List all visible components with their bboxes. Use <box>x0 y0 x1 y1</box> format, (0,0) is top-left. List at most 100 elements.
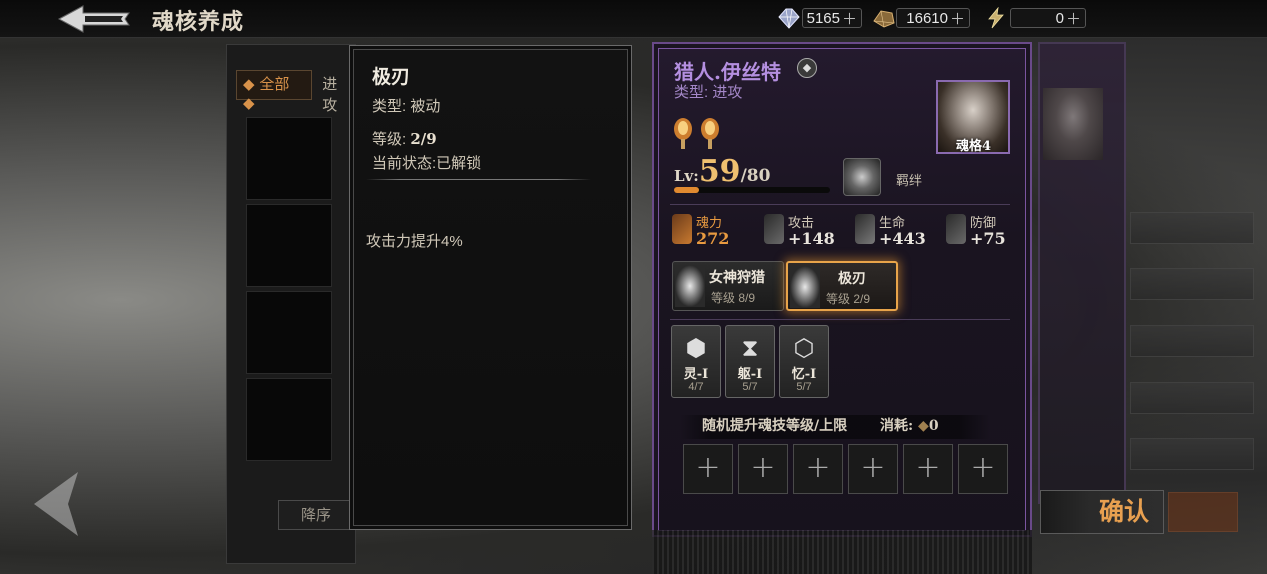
tooltip-status-label: 当前状态: <box>372 155 437 172</box>
random-upgrade-bar: 随机提升魂技等级/上限 消耗: ◆0 <box>680 415 990 439</box>
level-display: Lv:59/80 <box>674 154 770 189</box>
skill-name: 极刃 <box>838 271 866 287</box>
empty-material-slot[interactable]: + <box>793 444 843 494</box>
confirm-button[interactable]: 确认 <box>1040 490 1164 534</box>
empty-material-slot[interactable]: + <box>958 444 1008 494</box>
stat-attack: 攻击 +148 <box>764 212 844 248</box>
stat-value: +75 <box>970 229 1006 248</box>
background-button <box>1130 325 1254 357</box>
core-slot[interactable] <box>246 378 332 461</box>
empty-material-slot[interactable]: + <box>848 444 898 494</box>
health-icon <box>855 214 875 244</box>
skill-level: 等级 2/9 <box>826 292 871 306</box>
core-slot-column <box>246 117 332 465</box>
stat-soul-power: 魂力 272 <box>672 212 752 248</box>
flame-icon <box>701 118 719 149</box>
background-portrait <box>1043 88 1103 160</box>
gold-bar-icon <box>873 10 895 28</box>
tooltip-skill-name: 极刃 <box>372 66 411 88</box>
rune-name: 忆-Ⅰ <box>791 367 817 382</box>
tooltip-type-value: 被动 <box>410 98 441 115</box>
body-rune-icon: ⧗ <box>741 334 759 362</box>
rune-progress: 5/7 <box>742 381 758 393</box>
card-fringe-decoration <box>652 530 1032 574</box>
core-slot[interactable] <box>246 117 332 200</box>
energy-add-icon[interactable]: ＋ <box>1066 8 1081 29</box>
crystal-add-icon[interactable]: ＋ <box>842 8 857 29</box>
defense-icon <box>946 214 966 244</box>
background-button <box>1130 268 1254 300</box>
rune-progress: 5/7 <box>796 381 812 393</box>
level-prefix: Lv: <box>674 167 699 185</box>
stat-defense: 防御 +75 <box>946 212 1026 248</box>
energy-currency[interactable]: 0 ＋ <box>986 7 1086 29</box>
rune-body[interactable]: ⧗ 躯-Ⅰ 5/7 <box>725 325 775 398</box>
memory-rune-icon: ⬡ <box>793 334 815 362</box>
empty-material-slot[interactable]: + <box>683 444 733 494</box>
skill-extreme-blade[interactable]: 极刃 等级 2/9 <box>786 261 898 311</box>
cost-value: 0 <box>928 418 939 434</box>
empty-material-slot[interactable]: + <box>903 444 953 494</box>
stat-value: +443 <box>879 229 926 248</box>
stat-value: +148 <box>788 229 835 248</box>
random-upgrade-label: 随机提升魂技等级/上限 <box>702 418 848 434</box>
back-arrow-icon[interactable] <box>55 2 135 36</box>
character-type: 类型: 进攻 <box>674 84 743 101</box>
rune-spirit[interactable]: ⬢ 灵-Ⅰ 4/7 <box>671 325 721 398</box>
tooltip-level-value: 2/9 <box>410 130 437 148</box>
skill-goddess-hunt[interactable]: 女神狩猎 等级 8/9 <box>672 261 784 311</box>
level-value: 59 <box>698 154 741 189</box>
crystal-icon <box>778 8 800 29</box>
tab-all-label: 全部 <box>259 75 290 93</box>
background-orange-button <box>1168 492 1238 532</box>
tooltip-type-label: 类型: <box>372 98 407 115</box>
sort-button[interactable]: 降序 <box>278 500 354 530</box>
element-badge-icon[interactable]: ◆ <box>797 58 817 78</box>
skill-level: 等级 8/9 <box>711 291 756 305</box>
background-button <box>1130 438 1254 470</box>
tooltip-status-value: 已解锁 <box>436 155 482 172</box>
tooltip-status-row: 当前状态:已解锁 <box>372 152 609 176</box>
top-bar: 魂核养成 5165 ＋ 16610 ＋ 0 ＋ <box>0 0 1267 38</box>
spirit-rune-icon: ⬢ <box>685 334 707 362</box>
tab-all[interactable]: ◆ 全部 ◆ <box>236 70 313 112</box>
claw-skill-icon <box>675 265 705 307</box>
portrait-grade-label: 魂格4 <box>956 139 992 154</box>
gold-add-icon[interactable]: ＋ <box>950 8 965 29</box>
skill-tooltip: 极刃 类型: 被动 等级: 2/9 当前状态:已解锁 攻击力提升4% <box>349 45 632 530</box>
previous-arrow-icon[interactable] <box>28 468 84 540</box>
core-slot[interactable] <box>246 291 332 374</box>
crystal-currency[interactable]: 5165 ＋ <box>776 7 862 29</box>
tooltip-description: 攻击力提升4% <box>366 233 463 250</box>
attack-icon <box>764 214 784 244</box>
xp-bar-fill <box>674 187 699 193</box>
divider <box>670 319 1010 320</box>
stat-value: 272 <box>696 229 730 248</box>
cost-label: 消耗: <box>880 418 914 434</box>
tooltip-divider <box>366 179 591 180</box>
divider <box>670 204 1010 205</box>
bond-icon[interactable] <box>843 158 881 196</box>
tooltip-type-row: 类型: 被动 <box>372 95 609 119</box>
page-title: 魂核养成 <box>152 9 245 35</box>
rune-memory[interactable]: ⬡ 忆-Ⅰ 5/7 <box>779 325 829 398</box>
soul-power-icon <box>672 214 692 244</box>
level-max: /80 <box>740 166 771 186</box>
background-button <box>1130 212 1254 244</box>
filter-tabs: ◆ 全部 ◆ 进攻 <box>236 70 356 114</box>
rune-progress: 4/7 <box>688 381 704 393</box>
gold-currency[interactable]: 16610 ＋ <box>872 7 970 29</box>
gold-value: 16610 <box>906 9 948 27</box>
rune-name: 灵-Ⅰ <box>683 367 709 382</box>
stat-health: 生命 +443 <box>855 212 935 248</box>
core-slot[interactable] <box>246 204 332 287</box>
empty-material-slot[interactable]: + <box>738 444 788 494</box>
background-button <box>1130 382 1254 414</box>
energy-value: 0 <box>1055 9 1064 27</box>
blade-skill-icon <box>790 266 820 308</box>
gold-bar-icon: ◆ <box>918 418 929 434</box>
tooltip-level-row: 等级: 2/9 <box>372 127 609 152</box>
skill-name: 女神狩猎 <box>709 270 765 286</box>
tooltip-level-label: 等级: <box>372 131 407 148</box>
lightning-icon <box>988 7 1004 29</box>
